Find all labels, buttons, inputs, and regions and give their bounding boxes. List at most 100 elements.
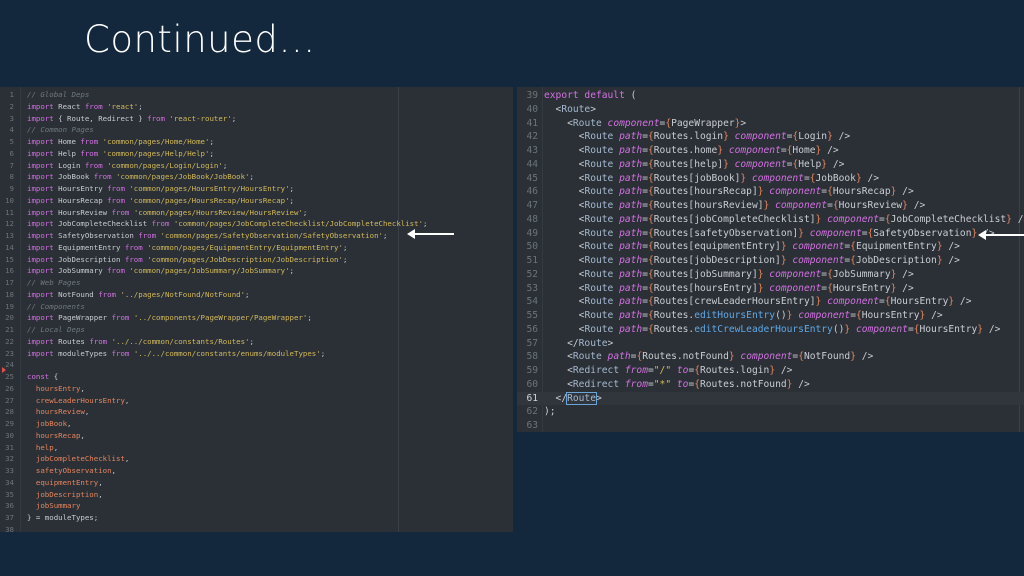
code-line[interactable]: 58 <Route path={Routes.notFound} compone… xyxy=(517,350,1024,364)
code-line[interactable]: 40 <Route> xyxy=(517,103,1024,117)
code-line[interactable]: 63 xyxy=(517,419,1024,432)
code-line[interactable]: 53 <Route path={Routes[hoursEntry]} comp… xyxy=(517,282,1024,296)
code-line[interactable]: 38 xyxy=(0,524,513,532)
code-line[interactable]: 27 crewLeaderHoursEntry, xyxy=(0,395,513,407)
code-line[interactable]: 52 <Route path={Routes[jobSummary]} comp… xyxy=(517,268,1024,282)
code-line[interactable]: 15 import JobDescription from 'common/pag… xyxy=(0,254,513,266)
code-line[interactable]: 62); xyxy=(517,405,1024,419)
code-token: from xyxy=(93,172,117,182)
code-line[interactable]: 28 hoursReview, xyxy=(0,406,513,418)
right-code-editor[interactable]: 39 export default (40 <Route> 41 <Route co… xyxy=(517,87,1024,432)
code-line[interactable]: 8 import JobBook from 'common/pages/JobBo… xyxy=(0,171,513,183)
code-line[interactable]: 59 <Redirect from="/" to={Routes.login} … xyxy=(517,364,1024,378)
code-line[interactable]: 30 hoursRecap, xyxy=(0,430,513,442)
code-token: Route xyxy=(584,186,620,198)
code-token: Route xyxy=(572,117,608,129)
code-line[interactable]: 31 help, xyxy=(0,442,513,454)
code-text: jobCompleteChecklist, xyxy=(27,453,129,465)
code-line[interactable]: 5 import Home from 'common/pages/Home/Hom… xyxy=(0,136,513,148)
code-token: path xyxy=(619,310,643,321)
code-line[interactable]: 49 <Route path={Routes[safetyObservation… xyxy=(517,227,1024,241)
code-line[interactable]: 35 jobDescription, xyxy=(0,489,513,501)
code-line[interactable]: 24 xyxy=(0,359,513,371)
code-line[interactable]: 39 export default ( xyxy=(517,89,1024,103)
code-token: hoursRecap xyxy=(27,430,81,440)
code-line[interactable]: 47 <Route path={Routes[hoursReview]} com… xyxy=(517,199,1024,213)
code-token: path xyxy=(619,172,643,184)
code-line[interactable]: 13 import SafetyObservation from 'common/… xyxy=(0,230,513,242)
left-code-editor[interactable]: 1 // Global Deps 2 import React from 'react… xyxy=(0,87,513,532)
code-line[interactable]: 23 import moduleTypes from '../../common/… xyxy=(0,348,513,360)
line-number: 7 xyxy=(9,160,14,170)
code-token: , xyxy=(67,419,72,428)
code-line[interactable]: 34 equipmentEntry, xyxy=(0,477,513,489)
code-line[interactable]: 7 import Login from 'common/pages/Login/L… xyxy=(0,160,513,172)
code-line[interactable]: 6 import Help from 'common/pages/Help/Hel… xyxy=(0,148,513,160)
code-line[interactable]: 17 // Web Pages xyxy=(0,277,513,289)
code-token: component xyxy=(607,117,660,129)
code-token: ; xyxy=(249,336,254,346)
code-token: () xyxy=(775,310,787,321)
code-token: Routes[hoursRecap] xyxy=(653,186,758,198)
code-line[interactable]: 21 // Local Deps xyxy=(0,324,513,336)
code-line[interactable]: 29 jobBook, xyxy=(0,418,513,430)
code-line[interactable]: 32 jobCompleteChecklist, xyxy=(0,453,513,465)
code-line[interactable]: 4 // Common Pages xyxy=(0,124,513,136)
line-number: 41 xyxy=(526,117,538,129)
code-token: 'common/pages/JobSummary/JobSummary' xyxy=(129,266,290,276)
code-token: , xyxy=(124,454,130,464)
code-line[interactable]: 1 // Global Deps xyxy=(0,89,513,101)
code-token: path xyxy=(619,255,643,266)
code-token: '../components/PageWrapper/PageWrapper' xyxy=(133,313,308,323)
code-line[interactable]: 20 import PageWrapper from '../components… xyxy=(0,312,513,324)
line-number: 8 xyxy=(9,172,14,182)
code-line[interactable]: 25 const { xyxy=(0,371,513,383)
code-token: path xyxy=(619,268,643,280)
code-line[interactable]: 57 </Route> xyxy=(517,337,1024,351)
code-token: < xyxy=(544,131,585,143)
code-line[interactable]: 12 import JobCompleteChecklist from 'comm… xyxy=(0,218,513,230)
code-line[interactable]: 10 import HoursRecap from 'common/pages/H… xyxy=(0,195,513,207)
code-line[interactable]: 56 <Route path={Routes.editCrewLeaderHou… xyxy=(517,323,1024,337)
code-line[interactable]: 16 import JobSummary from 'common/pages/J… xyxy=(0,265,513,277)
code-line[interactable]: 19 // Components xyxy=(0,301,513,313)
code-line[interactable]: 42 <Route path={Routes.login} component=… xyxy=(517,130,1024,144)
code-token: 'common/pages/Help/Help' xyxy=(102,148,210,158)
code-line[interactable]: 54 <Route path={Routes[crewLeaderHoursEn… xyxy=(517,295,1024,309)
code-line[interactable]: 41 <Route component={PageWrapper}> xyxy=(517,117,1024,131)
code-line[interactable]: 11 import HoursReview from 'common/pages/… xyxy=(0,207,513,219)
code-token: moduleTypes xyxy=(58,348,112,358)
code-line[interactable]: 14 import EquipmentEntry from 'common/pag… xyxy=(0,242,513,254)
code-line[interactable]: 55 <Route path={Routes.editHoursEntry()}… xyxy=(517,309,1024,323)
code-line[interactable]: 26 hoursEntry, xyxy=(0,383,513,395)
code-token: Route xyxy=(584,200,620,211)
code-line[interactable]: 46 <Route path={Routes[hoursRecap]} comp… xyxy=(517,185,1024,199)
code-line[interactable]: 9 import HoursEntry from 'common/pages/Ho… xyxy=(0,183,513,195)
code-token: component xyxy=(740,351,793,363)
code-line[interactable]: 61 </Route> xyxy=(517,391,1024,406)
code-token: Route xyxy=(584,296,620,308)
code-text: import NotFound from '../pages/NotFound/… xyxy=(27,289,250,301)
code-line[interactable]: 33 safetyObservation, xyxy=(0,465,513,477)
code-line[interactable]: 2 import React from 'react'; xyxy=(0,101,513,113)
code-line[interactable]: 48 <Route path={Routes[jobCompleteCheckl… xyxy=(517,213,1024,227)
code-line[interactable]: 44 <Route path={Routes[help]} component=… xyxy=(517,158,1024,172)
code-token: Routes[hoursReview] xyxy=(653,200,764,211)
code-line[interactable]: 51 <Route path={Routes[jobDescription]} … xyxy=(517,254,1024,268)
line-number: 47 xyxy=(526,200,538,211)
code-line[interactable]: 22 import Routes from '../../common/const… xyxy=(0,336,513,348)
code-line[interactable]: 50 <Route path={Routes[equipmentEntry]} … xyxy=(517,240,1024,254)
code-line[interactable]: 43 <Route path={Routes.home} component={… xyxy=(517,144,1024,158)
code-token: ; xyxy=(222,160,228,170)
line-number: 61 xyxy=(526,392,538,404)
code-line[interactable]: 45 <Route path={Routes[jobBook]} compone… xyxy=(517,172,1024,186)
code-token: import xyxy=(27,101,59,111)
code-line[interactable]: 3 import { Route, Redirect } from 'react-… xyxy=(0,113,513,125)
code-token: < xyxy=(544,227,585,239)
code-token: Routes xyxy=(58,336,90,346)
code-line[interactable]: 18 import NotFound from '../pages/NotFoun… xyxy=(0,289,513,301)
code-line[interactable]: 36 jobSummary xyxy=(0,500,513,512)
code-line[interactable]: 37} = moduleTypes; xyxy=(0,512,513,524)
code-token: import xyxy=(27,184,59,193)
code-line[interactable]: 60 <Redirect from="*" to={Routes.notFoun… xyxy=(517,378,1024,392)
